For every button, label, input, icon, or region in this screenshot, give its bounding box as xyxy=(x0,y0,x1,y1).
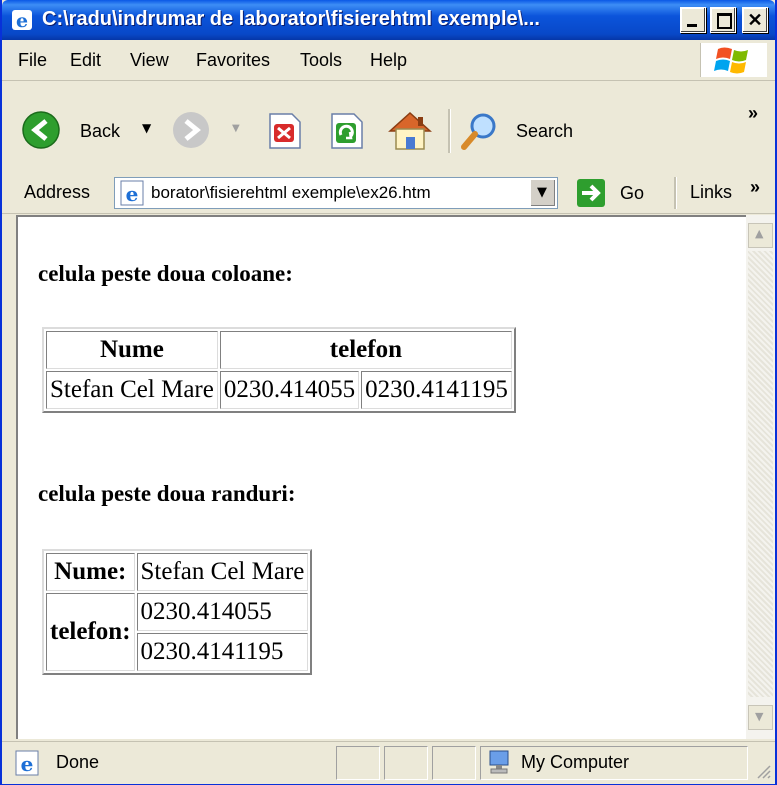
minimize-button[interactable] xyxy=(680,7,706,33)
home-button[interactable] xyxy=(386,109,434,153)
close-icon: ✕ xyxy=(747,10,763,30)
table-row: Stefan Cel Mare 0230.414055 0230.4141195 xyxy=(46,371,512,409)
dropdown-arrow-icon: ▼ xyxy=(537,185,547,200)
status-panel xyxy=(336,746,380,780)
vertical-scrollbar[interactable]: ▲ ▼ xyxy=(746,215,775,739)
cell-phone2: 0230.4141195 xyxy=(361,371,512,409)
scroll-track[interactable] xyxy=(748,251,773,697)
cell-phone2: 0230.4141195 xyxy=(136,633,309,671)
page-done-icon: e xyxy=(15,750,39,776)
status-panel xyxy=(432,746,476,780)
cell-name: Stefan Cel Mare xyxy=(136,553,309,591)
status-bar: e Done My Computer xyxy=(2,741,775,784)
search-button[interactable]: Search xyxy=(460,111,590,151)
scroll-down-button[interactable]: ▼ xyxy=(748,705,773,730)
go-arrow-icon xyxy=(577,179,605,207)
go-button[interactable]: Go xyxy=(576,178,658,210)
maximize-button[interactable] xyxy=(710,7,736,33)
toolbar-overflow-chevron-icon[interactable]: » xyxy=(748,103,758,124)
svg-text:e: e xyxy=(16,10,28,32)
menu-view[interactable]: View xyxy=(130,50,169,71)
search-magnifier-icon xyxy=(461,113,496,150)
forward-dropdown-arrow-icon[interactable]: ▼ xyxy=(232,123,240,134)
status-zone-text: My Computer xyxy=(521,752,630,772)
back-dropdown-arrow-icon[interactable]: ▼ xyxy=(142,121,151,135)
scroll-up-arrow-icon: ▲ xyxy=(755,227,764,240)
address-separator xyxy=(674,177,677,209)
forward-arrow-icon xyxy=(173,112,209,148)
header-telefon: telefon xyxy=(219,331,512,369)
windows-logo xyxy=(700,43,767,77)
scroll-down-arrow-icon: ▼ xyxy=(755,710,764,723)
status-zone-panel: My Computer xyxy=(480,746,748,780)
close-button[interactable]: ✕ xyxy=(742,7,768,33)
menu-bar: File Edit View Favorites Tools Help xyxy=(2,40,775,81)
windows-flag-icon xyxy=(714,47,748,74)
go-label: Go xyxy=(620,183,645,203)
page-icon: e xyxy=(120,180,144,206)
refresh-button[interactable] xyxy=(326,111,366,151)
header-nume: Nume xyxy=(46,331,218,369)
forward-button[interactable]: ▼ xyxy=(172,111,246,151)
links-chevron-icon[interactable]: » xyxy=(750,177,760,198)
address-input[interactable]: e borator\fisierehtml exemple\ex26.htm ▼ xyxy=(114,177,558,209)
menu-tools[interactable]: Tools xyxy=(300,50,342,71)
address-bar: Address e borator\fisierehtml exemple\ex… xyxy=(2,173,775,214)
maximize-icon xyxy=(717,13,732,29)
table-row: Nume: Stefan Cel Mare xyxy=(46,553,309,591)
browser-window: e C:\radu\indrumar de laborator\fisiereh… xyxy=(0,0,777,785)
menu-file[interactable]: File xyxy=(18,50,47,71)
computer-icon xyxy=(489,750,509,774)
back-arrow-icon xyxy=(22,111,60,149)
svg-text:e: e xyxy=(21,752,34,776)
search-label: Search xyxy=(516,121,574,141)
status-panel xyxy=(384,746,428,780)
menu-favorites[interactable]: Favorites xyxy=(196,50,270,71)
home-icon xyxy=(388,111,432,150)
cell-phone1: 0230.414055 xyxy=(219,371,360,409)
table-row: Nume telefon xyxy=(46,331,512,369)
window-title: C:\radu\indrumar de laborator\fisierehtm… xyxy=(42,8,540,30)
toolbar-separator xyxy=(448,109,451,153)
resize-grip-icon[interactable] xyxy=(754,762,772,780)
page-content: celula peste doua coloane: Nume telefon … xyxy=(16,215,746,739)
minimize-icon xyxy=(687,24,697,27)
label-telefon: telefon: xyxy=(46,593,135,671)
ie-logo-icon: e xyxy=(12,10,32,32)
table-colspan: Nume telefon Stefan Cel Mare 0230.414055… xyxy=(42,327,516,413)
back-button[interactable]: Back ▼ xyxy=(22,111,164,151)
cell-phone1: 0230.414055 xyxy=(136,593,309,631)
heading-colspan: celula peste doua coloane: xyxy=(38,261,293,286)
links-button[interactable]: Links xyxy=(690,182,732,203)
stop-button[interactable] xyxy=(264,111,304,151)
table-row: telefon: 0230.414055 xyxy=(46,593,309,671)
menu-edit[interactable]: Edit xyxy=(70,50,101,71)
scroll-up-button[interactable]: ▲ xyxy=(748,223,773,248)
cell-name: Stefan Cel Mare xyxy=(46,371,218,409)
address-dropdown-button[interactable]: ▼ xyxy=(530,179,556,207)
address-value: borator\fisierehtml exemple\ex26.htm xyxy=(151,183,431,202)
stop-icon xyxy=(269,113,301,149)
refresh-icon xyxy=(331,113,363,149)
standard-toolbar: Back ▼ ▼ Search » xyxy=(2,81,775,174)
heading-rowspan: celula peste doua randuri: xyxy=(38,481,296,506)
title-bar[interactable]: e C:\radu\indrumar de laborator\fisiereh… xyxy=(2,0,775,40)
menu-help[interactable]: Help xyxy=(370,50,407,71)
address-label: Address xyxy=(24,182,91,202)
back-label: Back xyxy=(80,121,121,141)
label-nume: Nume: xyxy=(46,553,135,591)
svg-text:e: e xyxy=(126,182,139,206)
status-text: Done xyxy=(56,752,100,772)
table-rowspan: Nume: Stefan Cel Mare telefon: 0230.4140… xyxy=(42,549,313,675)
